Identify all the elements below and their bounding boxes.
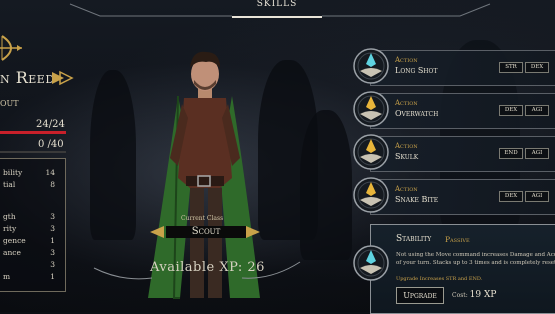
bow-emblem-icon <box>0 35 22 61</box>
current-class-caption: Current Class <box>181 215 224 222</box>
stat-value: 14 <box>45 168 55 177</box>
xp-value: 0 /40 <box>38 139 64 150</box>
stat-row: bility 14 <box>0 168 63 179</box>
detail-type: Passive <box>445 235 470 244</box>
stat-tag: DEX <box>525 62 549 73</box>
detail-description: Not using the Move command increases Dam… <box>396 251 555 273</box>
stat-row: gence 1 <box>0 236 63 247</box>
next-character-icon[interactable] <box>50 70 74 86</box>
stat-tag: END <box>499 148 523 159</box>
skill-item-snake-bite[interactable]: Action Snake Bite DEX AGI <box>352 176 555 215</box>
skill-type: Action <box>395 142 418 150</box>
stat-row: ance 3 <box>0 248 63 259</box>
background-silhouette <box>300 110 352 260</box>
stat-value: 1 <box>50 272 55 281</box>
skill-gem-icon <box>353 48 389 84</box>
cost-value: 19 XP <box>469 290 497 300</box>
skill-type: Action <box>395 99 418 107</box>
skill-name: Skulk <box>395 152 419 161</box>
stat-value: 3 <box>50 212 55 221</box>
stat-tag: DEX <box>499 191 523 202</box>
skill-type: Action <box>395 185 418 193</box>
available-xp: Available XP: 26 <box>150 260 265 275</box>
upgrade-cost: Cost: 19 XP <box>452 290 496 300</box>
detail-title: Stability <box>396 234 432 244</box>
character-name: n Reed <box>0 68 55 87</box>
xp-bar <box>0 151 66 153</box>
stat-row: rity 3 <box>0 224 63 235</box>
stat-label: tial <box>3 180 16 189</box>
stat-label: gth <box>3 212 16 221</box>
character-panel: n Reed out 24/24 0 /40 bility 14 tial 8 gt… <box>0 0 80 312</box>
skill-gem-icon <box>353 91 389 127</box>
stat-label: gence <box>3 236 26 245</box>
character-class: out <box>0 96 19 109</box>
cost-label: Cost: <box>452 292 468 299</box>
background-silhouette <box>90 70 136 240</box>
stat-value: 3 <box>50 260 55 269</box>
description-line: Not using the Move command increases Dam… <box>396 252 555 258</box>
skill-item-skulk[interactable]: Action Skulk END AGI <box>352 133 555 172</box>
stat-row: m1 <box>0 272 63 283</box>
stats-panel: bility 14 tial 8 gth 3 rity 3 gence 1 ance 3 3… <box>0 158 66 292</box>
skill-name: Snake Bite <box>395 195 439 204</box>
hp-bar <box>0 131 66 134</box>
stat-label: m <box>3 272 11 281</box>
stat-row: gth 3 <box>0 212 63 223</box>
stat-label: ance <box>3 248 21 257</box>
stat-row: tial 8 <box>0 180 63 191</box>
stat-tag: STR <box>499 62 523 73</box>
stat-value: 3 <box>50 248 55 257</box>
upgrade-note: Upgrade Increases STR and END. <box>396 276 483 282</box>
stat-label: bility <box>3 168 23 177</box>
skill-name: Overwatch <box>395 109 439 118</box>
top-navigation: SKILLS <box>0 0 555 20</box>
current-class-name: Scout <box>166 226 246 238</box>
skill-item-overwatch[interactable]: Action Overwatch DEX AGI <box>352 90 555 129</box>
hp-value: 24/24 <box>36 119 65 130</box>
skill-item-long-shot[interactable]: Action Long Shot STR DEX <box>352 47 555 86</box>
detail-gem-icon <box>353 245 389 281</box>
upgrade-button[interactable]: Upgrade <box>396 287 444 304</box>
stat-value: 1 <box>50 236 55 245</box>
stat-tag: AGI <box>525 191 549 202</box>
skill-type: Action <box>395 56 418 64</box>
tab-skills[interactable]: SKILLS <box>232 0 322 18</box>
stat-tag: AGI <box>525 148 549 159</box>
stat-value: 3 <box>50 224 55 233</box>
stat-label: rity <box>3 224 17 233</box>
skill-gem-icon <box>353 177 389 213</box>
skill-gem-icon <box>353 134 389 170</box>
stat-tag: DEX <box>499 105 523 116</box>
stat-row: 3 <box>0 260 63 271</box>
stat-value: 8 <box>50 180 55 189</box>
skill-name: Long Shot <box>395 66 438 75</box>
description-line: of your turn. Stacks up to 3 times and i… <box>396 260 555 266</box>
stat-tag: AGI <box>525 105 549 116</box>
